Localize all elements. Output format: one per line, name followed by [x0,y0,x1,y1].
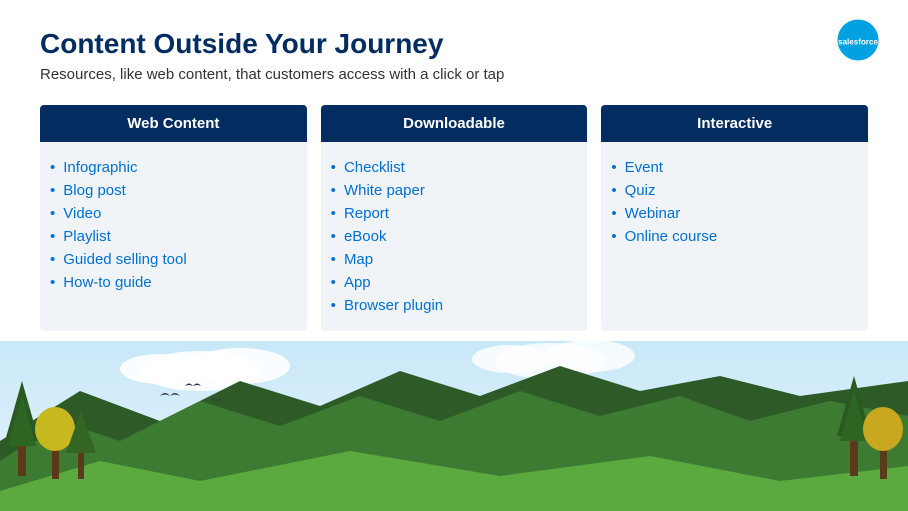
column-body-web-content: InfographicBlog postVideoPlaylistGuided … [40,142,307,308]
list-item: Playlist [50,225,291,248]
column-body-downloadable: ChecklistWhite paperReporteBookMapAppBro… [321,142,588,331]
page-subtitle: Resources, like web content, that custom… [40,66,868,83]
list-item: Blog post [50,179,291,202]
list-item: Browser plugin [331,294,572,317]
list-item: White paper [331,179,572,202]
salesforce-logo: salesforce [836,18,880,62]
column-header-web-content: Web Content [40,105,307,142]
column-interactive: InteractiveEventQuizWebinarOnline course [601,105,868,331]
page-title: Content Outside Your Journey [40,28,868,60]
list-item: Checklist [331,156,572,179]
list-item: Guided selling tool [50,248,291,271]
list-item: Map [331,248,572,271]
list-item: Report [331,202,572,225]
column-header-interactive: Interactive [601,105,868,142]
list-item: eBook [331,225,572,248]
list-item: App [331,271,572,294]
list-item: Quiz [611,179,852,202]
list-item: Webinar [611,202,852,225]
list-item: Online course [611,225,852,248]
list-item: Video [50,202,291,225]
list-item: Event [611,156,852,179]
column-header-downloadable: Downloadable [321,105,588,142]
landscape-illustration [0,341,908,511]
svg-text:salesforce: salesforce [838,37,878,46]
column-body-interactive: EventQuizWebinarOnline course [601,142,868,262]
content-columns: Web ContentInfographicBlog postVideoPlay… [0,105,908,331]
header: Content Outside Your Journey Resources, … [0,0,908,93]
list-item: How-to guide [50,271,291,294]
slide: salesforce Content Outside Your Journey … [0,0,908,511]
column-web-content: Web ContentInfographicBlog postVideoPlay… [40,105,307,331]
column-downloadable: DownloadableChecklistWhite paperReporteB… [321,105,588,331]
list-item: Infographic [50,156,291,179]
